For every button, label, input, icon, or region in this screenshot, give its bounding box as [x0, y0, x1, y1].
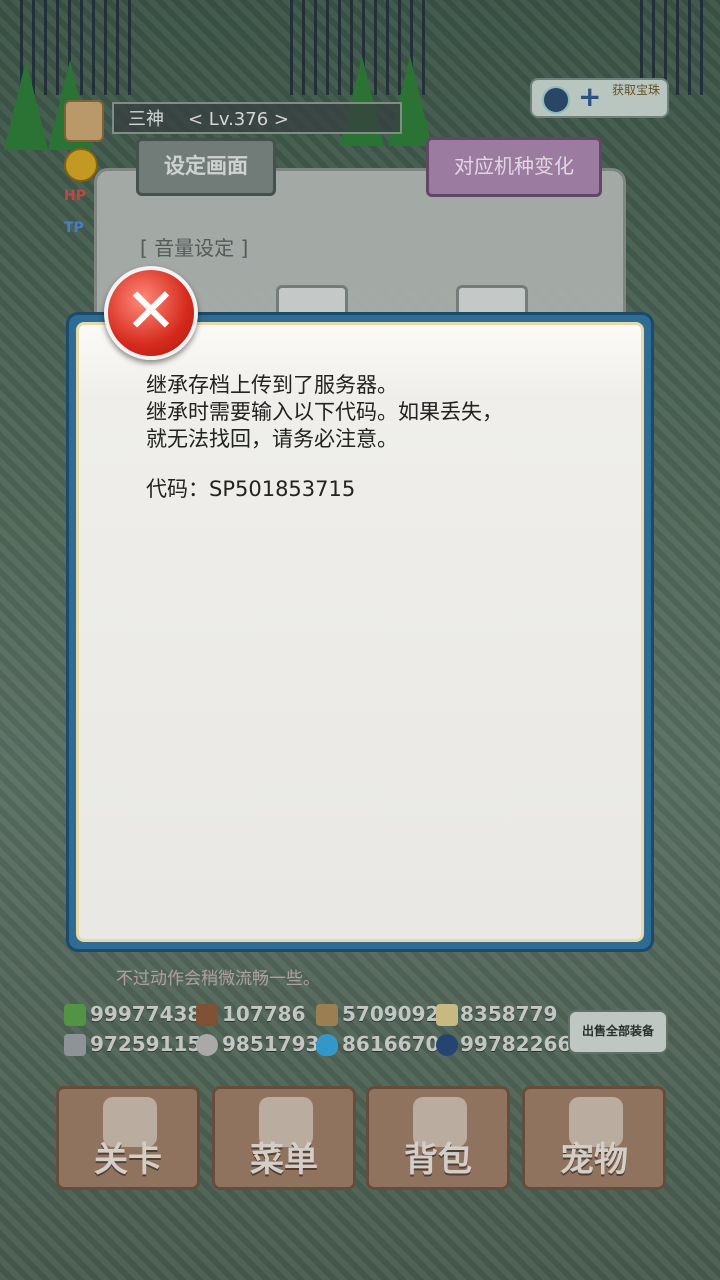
dialog-line: 继承时需要输入以下代码。如果丢失， [146, 400, 503, 424]
transfer-code: 代码：SP501853715 [146, 476, 355, 503]
dialog-line: 继承存档上传到了服务器。 [146, 373, 398, 397]
dialog-message: 继承存档上传到了服务器。 继承时需要输入以下代码。如果丢失， 就无法找回，请务必… [146, 372, 503, 453]
close-icon: ✕ [125, 274, 177, 347]
code-value: SP501853715 [209, 477, 356, 501]
close-button[interactable]: ✕ [104, 266, 198, 360]
code-label: 代码： [146, 477, 209, 501]
dialog-line: 就无法找回，请务必注意。 [146, 427, 398, 451]
